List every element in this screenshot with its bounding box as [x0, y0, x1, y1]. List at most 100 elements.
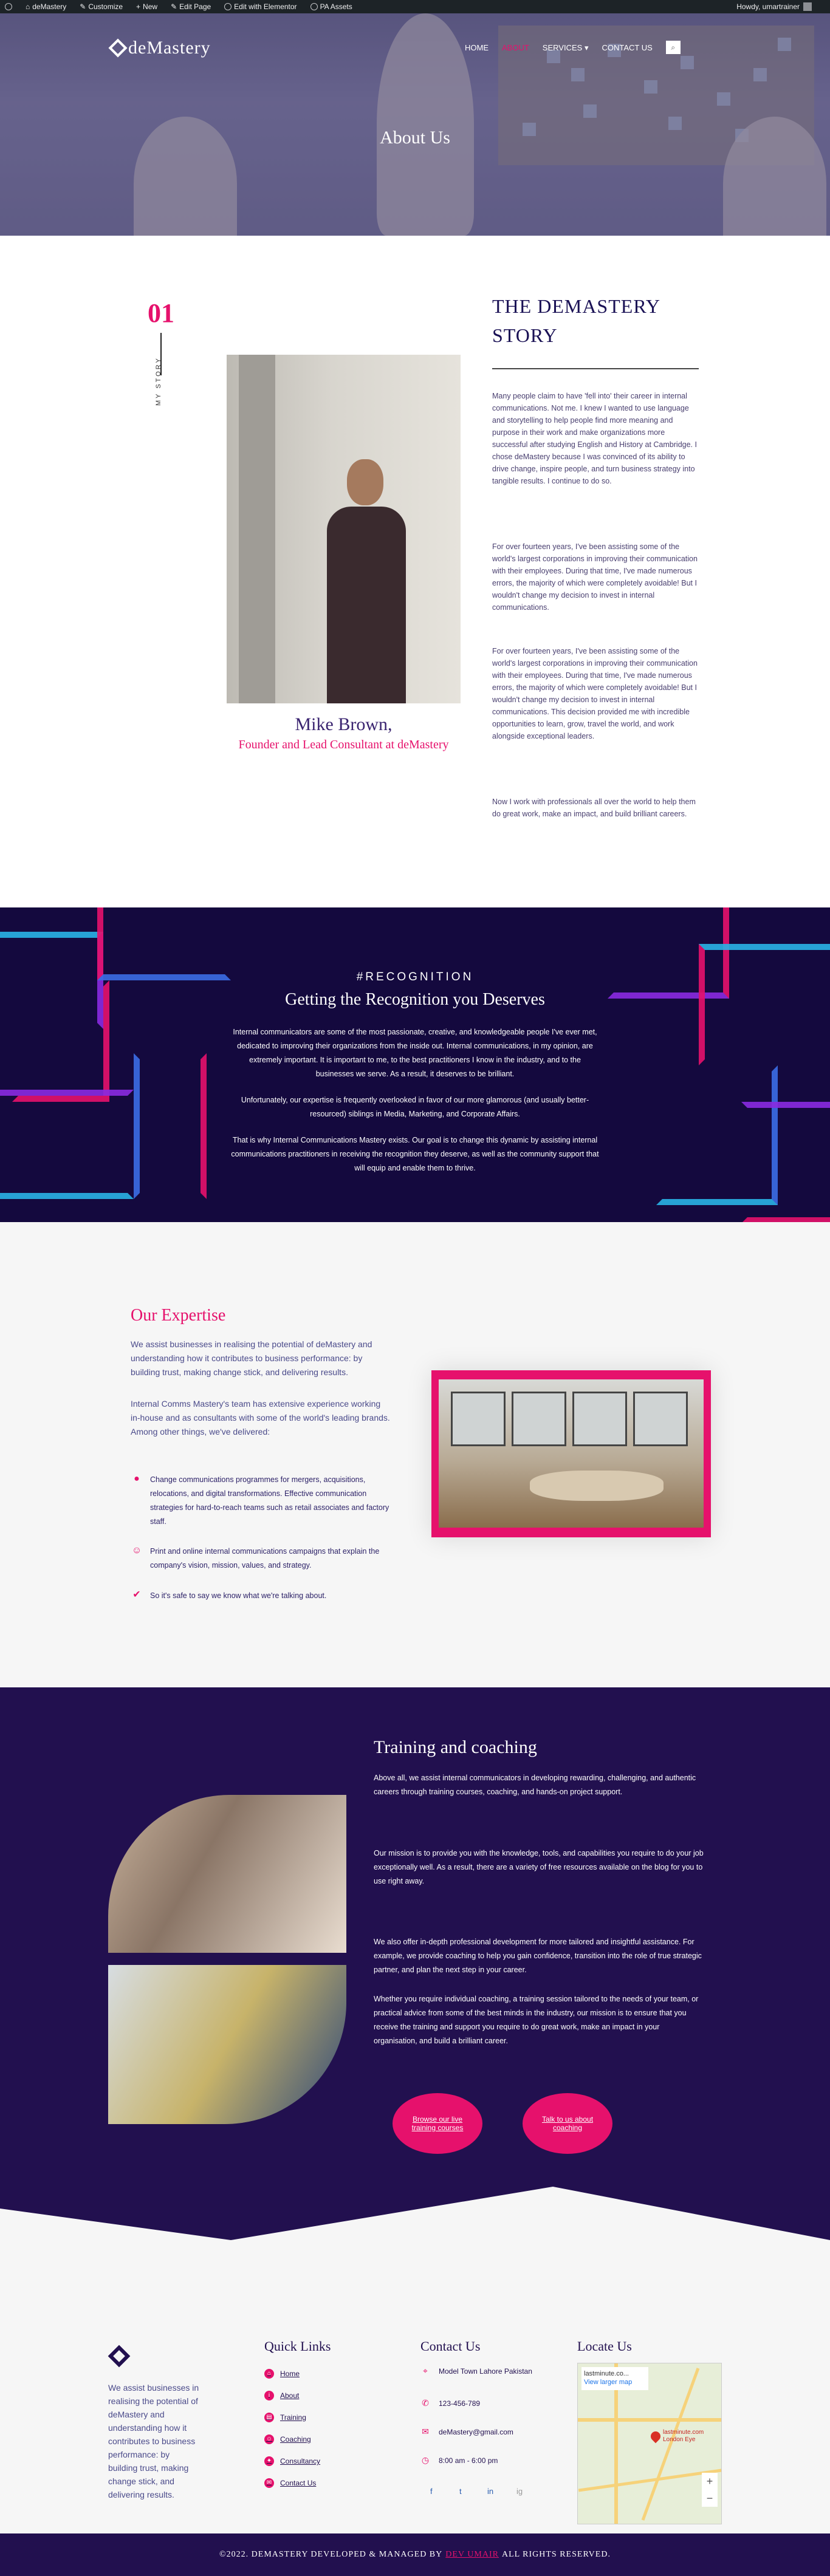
photo-window — [572, 1392, 627, 1446]
brush-icon: ✎ — [80, 2, 86, 11]
nav-about[interactable]: ABOUT — [502, 43, 529, 54]
quick-links-title: Quick Links — [264, 2339, 331, 2354]
maze-pattern — [134, 1053, 207, 1199]
map-zoom-controls: + − — [702, 2473, 718, 2507]
training-paragraph: Whether you require individual coaching,… — [374, 1995, 699, 2045]
founder-role: Founder and Lead Consultant at deMastery — [238, 738, 449, 751]
story-paragraph: For over fourteen years, I've been assis… — [492, 647, 698, 740]
map-place-card: lastminute.co... View larger map — [581, 2367, 648, 2390]
photo-figure — [327, 507, 406, 703]
footer-link-home[interactable]: ⌂ Home — [264, 2369, 300, 2379]
maze-pattern — [741, 1102, 830, 1222]
facebook-icon[interactable]: f — [430, 2487, 433, 2496]
smile-icon: ☺ — [131, 1545, 142, 1556]
check-icon: ✔ — [132, 1590, 141, 1600]
clock-icon: ◷ — [421, 2455, 430, 2465]
locate-title: Locate Us — [577, 2339, 632, 2354]
plus-icon: + — [136, 2, 141, 11]
edit-page-link[interactable]: ✎ Edit Page — [171, 2, 211, 11]
user-account-menu[interactable]: Howdy, umartrainer — [736, 0, 812, 13]
recognition-paragraph: That is why Internal Communications Mast… — [231, 1136, 599, 1172]
nav-services[interactable]: SERVICES ▾ — [543, 43, 589, 54]
story-vertical-label: MY STORY — [155, 357, 162, 406]
footer-link-coaching[interactable]: ☺ Coaching — [264, 2434, 311, 2444]
mail-icon: ✉ — [264, 2478, 274, 2488]
contact-email[interactable]: ✉ deMastery@gmail.com — [420, 2427, 513, 2437]
site-name-link[interactable]: ⌂ deMastery — [26, 2, 66, 11]
training-paragraph: Our mission is to provide you with the k… — [374, 1849, 704, 1885]
info-icon: i — [264, 2391, 274, 2400]
recognition-paragraph: Unfortunately, our expertise is frequent… — [241, 1096, 589, 1118]
email-icon: ✉ — [422, 2427, 429, 2436]
contact-phone[interactable]: ✆ 123-456-789 — [420, 2398, 480, 2408]
story-paragraph: For over fourteen years, I've been assis… — [492, 542, 698, 612]
phone-icon: ✆ — [422, 2398, 429, 2408]
expertise-title: Our Expertise — [131, 1306, 226, 1325]
chat-bubble-icon: ● — [134, 1474, 140, 1484]
footer-link-about[interactable]: i About — [264, 2391, 299, 2400]
customize-link[interactable]: ✎ Customize — [80, 2, 123, 11]
expertise-photo — [439, 1379, 704, 1528]
search-button[interactable]: ⌕ — [665, 41, 681, 54]
training-paragraph: We also offer in-depth professional deve… — [374, 1938, 702, 1974]
photo-window — [633, 1392, 688, 1446]
training-icon: ▤ — [264, 2413, 274, 2422]
map-road — [578, 2418, 721, 2422]
instagram-icon[interactable]: ig — [516, 2487, 523, 2496]
page-title: About Us — [380, 128, 450, 148]
expertise-paragraph: We assist businesses in realising the po… — [131, 1339, 372, 1377]
founder-name: Mike Brown, — [295, 714, 393, 734]
developer-link[interactable]: DEV UMAIR — [445, 2550, 499, 2560]
maze-pattern — [97, 907, 231, 980]
talk-about-coaching-button[interactable]: Talk to us about coaching — [523, 2093, 612, 2154]
browse-training-courses-button[interactable]: Browse our live training courses — [393, 2093, 482, 2154]
expertise-item: ☺ Print and online internal communicatio… — [131, 1545, 380, 1570]
consultancy-icon: ✦ — [264, 2456, 274, 2466]
location-map[interactable]: lastminute.co... View larger map lastmin… — [577, 2363, 722, 2524]
site-logo[interactable]: deMastery — [108, 38, 211, 58]
story-paragraph: Now I work with professionals all over t… — [492, 798, 696, 818]
recognition-title: Getting the Recognition you Deserves — [285, 990, 545, 1009]
edit-elementor-link[interactable]: Edit with Elementor — [224, 2, 297, 11]
photo-column — [239, 355, 275, 703]
linkedin-icon[interactable]: in — [487, 2487, 493, 2496]
map-road — [578, 2468, 721, 2492]
wordpress-icon — [5, 3, 12, 10]
main-nav: HOME ABOUT SERVICES ▾ CONTACT US ⌕ — [465, 41, 681, 54]
logo-diamond-icon — [108, 38, 128, 58]
new-content-link[interactable]: + New — [136, 2, 157, 11]
admin-bar: ⌂ deMastery ✎ Customize + New ✎ Edit Page Ed… — [0, 0, 830, 13]
expertise-item: ● Change communications programmes for m… — [131, 1473, 392, 1529]
twitter-icon[interactable]: t — [459, 2487, 462, 2496]
footer-link-training[interactable]: ▤ Training — [264, 2413, 306, 2422]
zoom-in-button[interactable]: + — [702, 2473, 718, 2490]
home-icon: ⌂ — [264, 2369, 274, 2379]
hero-banner: deMastery HOME ABOUT SERVICES ▾ CONTACT … — [0, 13, 830, 236]
copyright-bar: ©2022. DEMASTERY DEVELOPED & MANAGED BY … — [0, 2533, 830, 2576]
training-paragraph: Above all, we assist internal communicat… — [374, 1774, 696, 1796]
pa-assets-link[interactable]: PA Assets — [310, 2, 352, 11]
map-pin-icon[interactable] — [648, 2429, 663, 2444]
search-icon: ⌕ — [671, 43, 676, 52]
nav-contact-us[interactable]: CONTACT US — [602, 43, 652, 54]
location-icon: ⌖ — [423, 2366, 428, 2376]
story-paragraph: Many people claim to have 'fell into' th… — [492, 392, 697, 485]
photo-head — [347, 459, 383, 505]
footer-link-contact[interactable]: ✉ Contact Us — [264, 2478, 316, 2488]
photo-window — [512, 1392, 566, 1446]
view-larger-map-link[interactable]: View larger map — [584, 2378, 646, 2386]
training-title: Training and coaching — [374, 1737, 537, 1757]
chevron-down-icon: ▾ — [584, 43, 589, 52]
nav-home[interactable]: HOME — [465, 43, 489, 54]
avatar — [803, 2, 812, 11]
contact-hours: ◷ 8:00 am - 6:00 pm — [421, 2455, 498, 2465]
footer-link-consultancy[interactable]: ✦ Consultancy — [264, 2456, 320, 2466]
map-road — [641, 2368, 700, 2521]
zoom-out-button[interactable]: − — [702, 2490, 718, 2507]
photo-meeting-table — [530, 1471, 664, 1501]
contact-address: ⌖ Model Town Lahore Pakistan — [420, 2366, 532, 2376]
contact-title: Contact Us — [420, 2339, 481, 2354]
maze-pattern — [0, 1090, 134, 1199]
wp-logo-menu[interactable] — [5, 3, 12, 10]
story-number: 01 — [148, 298, 174, 328]
